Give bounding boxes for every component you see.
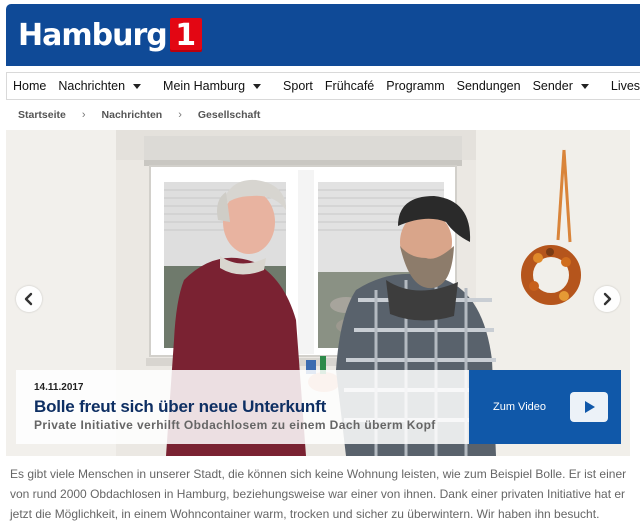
nav-item-livestream[interactable]: Livestream — [611, 79, 640, 93]
breadcrumb-item[interactable]: Gesellschaft — [198, 109, 260, 121]
nav-label: Livestream — [610, 79, 640, 93]
nav-item-fruehcafe[interactable]: Frühcafé — [325, 79, 374, 93]
breadcrumb: Startseite › Nachrichten › Gesellschaft — [18, 108, 260, 122]
nav-label: Sendungen — [456, 79, 521, 93]
breadcrumb-item[interactable]: Startseite — [18, 109, 66, 121]
slider-next-button[interactable] — [594, 286, 620, 312]
nav-label: Sport — [283, 79, 313, 93]
caret-down-icon — [133, 83, 142, 89]
caret-down-icon — [580, 83, 589, 89]
nav-label: Programm — [386, 79, 445, 93]
nav-item-sendungen[interactable]: Sendungen — [457, 79, 521, 93]
article-date: 14.11.2017 — [34, 382, 84, 393]
nav-label: Nachrichten — [58, 79, 126, 93]
logo-number: 1 — [169, 18, 202, 53]
watch-video-button[interactable]: Zum Video — [469, 370, 621, 444]
article-subtitle: Private Initiative verhilft Obdachlosem … — [34, 418, 436, 432]
play-icon — [570, 392, 608, 422]
site-header: Hamburg 1 — [6, 4, 640, 66]
nav-item-nachrichten[interactable]: Nachrichten — [58, 79, 142, 93]
breadcrumb-separator: › — [81, 109, 86, 121]
site-logo[interactable]: Hamburg 1 — [18, 16, 202, 54]
slider-prev-button[interactable] — [16, 286, 42, 312]
breadcrumb-separator: › — [178, 109, 182, 121]
hero-caption[interactable]: 14.11.2017 Bolle freut sich über neue Un… — [16, 370, 469, 444]
main-nav: Home Nachrichten Mein Hamburg Sport Früh… — [6, 72, 640, 100]
logo-wordmark: Hamburg — [18, 17, 168, 53]
nav-label: Home — [13, 79, 47, 93]
nav-item-home[interactable]: Home — [13, 79, 46, 93]
watch-video-label: Zum Video — [493, 401, 546, 413]
article-title[interactable]: Bolle freut sich über neue Unterkunft — [34, 397, 326, 417]
article-teaser: Es gibt viele Menschen in unserer Stadt,… — [10, 467, 627, 521]
hero-slider[interactable]: 14.11.2017 Bolle freut sich über neue Un… — [6, 130, 630, 456]
nav-label: Frühcafé — [324, 79, 375, 93]
nav-item-mein-hamburg[interactable]: Mein Hamburg — [163, 79, 262, 93]
nav-item-programm[interactable]: Programm — [386, 79, 444, 93]
chevron-right-icon — [603, 292, 612, 306]
caret-down-icon — [253, 83, 262, 89]
nav-item-sender[interactable]: Sender — [533, 79, 589, 93]
nav-label: Mein Hamburg — [163, 79, 246, 93]
breadcrumb-item[interactable]: Nachrichten — [102, 109, 163, 121]
nav-label: Sender — [532, 79, 573, 93]
chevron-left-icon — [24, 292, 33, 306]
nav-item-sport[interactable]: Sport — [283, 79, 313, 93]
